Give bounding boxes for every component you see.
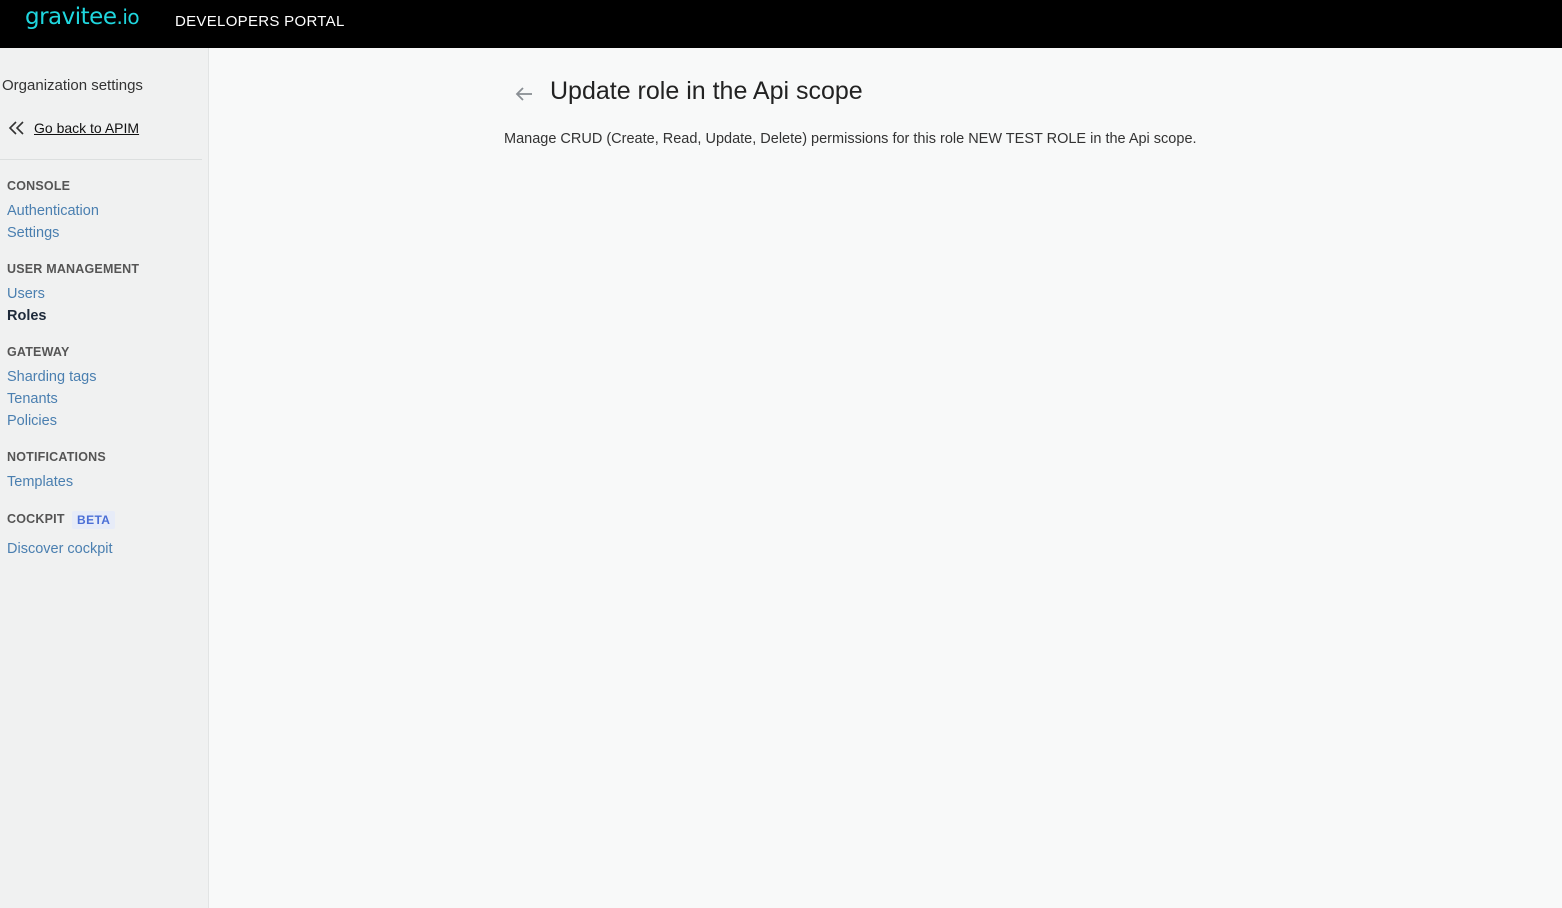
portal-title: DEVELOPERS PORTAL xyxy=(175,13,345,30)
sidebar-item-sharding-tags[interactable]: Sharding tags xyxy=(7,369,96,385)
gravitee-logo[interactable]: gravitee.io xyxy=(25,4,140,30)
sidebar-item-roles[interactable]: Roles xyxy=(7,308,47,324)
sidebar-item-settings[interactable]: Settings xyxy=(7,225,59,241)
section-notifications: NOTIFICATIONS xyxy=(7,450,106,464)
page-title: Update role in the Api scope xyxy=(550,77,863,105)
section-gateway: GATEWAY xyxy=(7,345,70,359)
sidebar-divider xyxy=(0,159,202,160)
section-console: CONSOLE xyxy=(7,179,71,193)
sidebar-item-discover-cockpit[interactable]: Discover cockpit xyxy=(7,541,113,557)
main-content: Update role in the Api scope Manage CRUD… xyxy=(209,48,1562,908)
double-chevron-left-icon xyxy=(8,121,24,135)
sidebar-title: Organization settings xyxy=(2,77,143,94)
logo-suffix-text: .io xyxy=(116,5,140,29)
go-back-to-apim-link[interactable]: Go back to APIM xyxy=(7,120,139,136)
sidebar-item-policies[interactable]: Policies xyxy=(7,413,57,429)
arrow-left-icon[interactable] xyxy=(513,83,535,105)
beta-badge: BETA xyxy=(72,511,116,529)
top-navbar: gravitee.io DEVELOPERS PORTAL xyxy=(0,0,1562,48)
page-description: Manage CRUD (Create, Read, Update, Delet… xyxy=(504,131,1197,147)
section-cockpit: COCKPIT xyxy=(7,512,65,526)
go-back-label: Go back to APIM xyxy=(34,120,140,136)
sidebar-item-tenants[interactable]: Tenants xyxy=(7,391,58,407)
sidebar-item-users[interactable]: Users xyxy=(7,286,45,302)
logo-main-text: gravitee xyxy=(25,4,117,30)
settings-sidebar: Organization settings Go back to APIM CO… xyxy=(0,48,209,908)
sidebar-item-authentication[interactable]: Authentication xyxy=(7,203,99,219)
section-user-management: USER MANAGEMENT xyxy=(7,262,140,276)
sidebar-item-templates[interactable]: Templates xyxy=(7,474,73,490)
